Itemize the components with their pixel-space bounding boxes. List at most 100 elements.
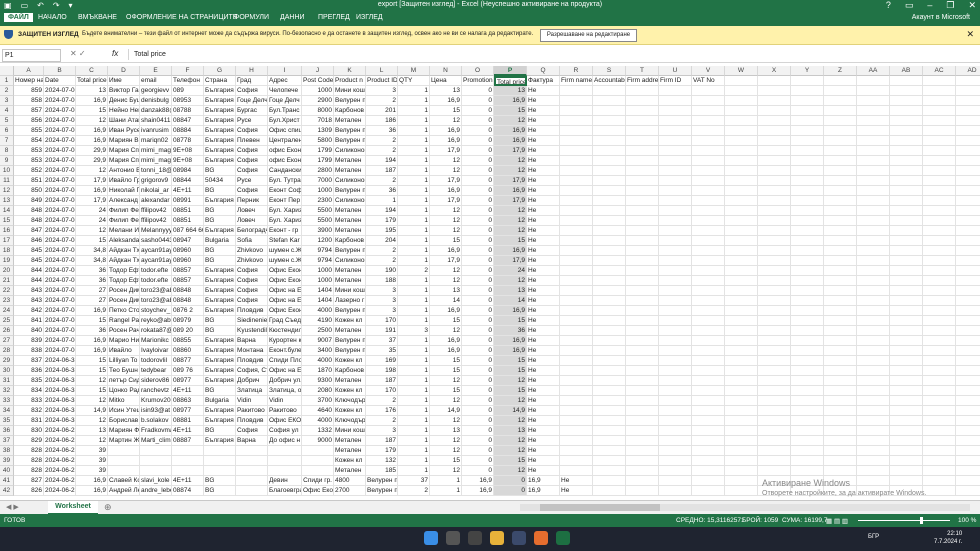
table-cell[interactable]: 8000: [302, 106, 334, 116]
table-cell[interactable]: [626, 446, 659, 456]
table-cell[interactable]: ffilipov42: [140, 216, 172, 226]
table-cell[interactable]: 7000: [302, 176, 334, 186]
tab-insert[interactable]: ВМЪКВАНЕ: [78, 14, 117, 21]
table-cell[interactable]: Aleksandar: [108, 236, 140, 246]
table-cell[interactable]: [725, 236, 758, 246]
table-cell[interactable]: Не: [527, 176, 560, 186]
row-header[interactable]: 41: [0, 476, 14, 486]
table-cell[interactable]: София: [236, 156, 268, 166]
table-cell[interactable]: 2024-07-0: [44, 126, 76, 136]
table-cell[interactable]: България: [204, 136, 236, 146]
table-cell[interactable]: 9794: [302, 256, 334, 266]
table-cell[interactable]: [692, 176, 725, 186]
table-cell[interactable]: [626, 406, 659, 416]
column-header-Y[interactable]: Y: [791, 66, 824, 76]
table-cell[interactable]: nikolai_ar: [140, 186, 172, 196]
table-cell[interactable]: Не: [527, 256, 560, 266]
table-cell[interactable]: Siedinenie: [236, 316, 268, 326]
table-cell[interactable]: [923, 216, 956, 226]
table-cell[interactable]: България: [204, 346, 236, 356]
table-cell[interactable]: [725, 136, 758, 146]
table-cell[interactable]: 1: [366, 196, 398, 206]
table-cell[interactable]: 08860: [172, 346, 204, 356]
table-cell[interactable]: [626, 306, 659, 316]
table-cell[interactable]: 08874: [172, 486, 204, 496]
column-header-E[interactable]: E: [140, 66, 172, 76]
table-cell[interactable]: [692, 296, 725, 306]
table-cell[interactable]: Vidin: [236, 396, 268, 406]
table-cell[interactable]: Варна: [236, 336, 268, 346]
table-cell[interactable]: 0: [462, 196, 494, 206]
table-cell[interactable]: 0: [494, 486, 527, 496]
table-cell[interactable]: [758, 436, 791, 446]
table-cell[interactable]: [593, 446, 626, 456]
table-cell[interactable]: [890, 96, 923, 106]
tab-review[interactable]: ПРЕГЛЕД: [318, 14, 350, 21]
table-cell[interactable]: [956, 186, 980, 196]
table-cell[interactable]: Филип Фе: [108, 216, 140, 226]
header-cell[interactable]: Total price: [76, 76, 108, 86]
row-header[interactable]: 9: [0, 156, 14, 166]
header-cell[interactable]: Цена: [430, 76, 462, 86]
row-header[interactable]: 19: [0, 256, 14, 266]
table-cell[interactable]: Карбонов: [334, 236, 366, 246]
table-cell[interactable]: [626, 376, 659, 386]
firefox-icon[interactable]: [534, 531, 548, 545]
table-cell[interactable]: 0: [462, 206, 494, 216]
table-cell[interactable]: офис Еконт: [268, 146, 302, 156]
table-cell[interactable]: [725, 276, 758, 286]
table-cell[interactable]: 08848: [172, 296, 204, 306]
row-header[interactable]: 10: [0, 166, 14, 176]
table-cell[interactable]: [626, 326, 659, 336]
row-header[interactable]: 7: [0, 136, 14, 146]
table-cell[interactable]: [857, 246, 890, 256]
table-cell[interactable]: [890, 136, 923, 146]
table-cell[interactable]: [560, 196, 593, 206]
table-cell[interactable]: Силиконов: [334, 146, 366, 156]
table-cell[interactable]: ranchevtz: [140, 386, 172, 396]
table-cell[interactable]: Велурен п: [334, 336, 366, 346]
table-cell[interactable]: [692, 316, 725, 326]
table-cell[interactable]: Офис на Еконт: [268, 286, 302, 296]
table-cell[interactable]: [626, 386, 659, 396]
table-cell[interactable]: [692, 346, 725, 356]
table-cell[interactable]: [758, 326, 791, 336]
row-header[interactable]: 17: [0, 236, 14, 246]
table-cell[interactable]: 1309: [302, 126, 334, 136]
table-cell[interactable]: Златица: [236, 386, 268, 396]
table-cell[interactable]: [626, 346, 659, 356]
table-cell[interactable]: 194: [366, 156, 398, 166]
table-cell[interactable]: 2024-07-0: [44, 306, 76, 316]
table-cell[interactable]: [956, 106, 980, 116]
table-cell[interactable]: [923, 126, 956, 136]
table-cell[interactable]: [758, 106, 791, 116]
table-cell[interactable]: denisbulg: [140, 96, 172, 106]
table-cell[interactable]: Не: [527, 206, 560, 216]
table-cell[interactable]: 833: [14, 396, 44, 406]
column-header-S[interactable]: S: [593, 66, 626, 76]
header-cell[interactable]: [956, 76, 980, 86]
table-cell[interactable]: 2: [366, 146, 398, 156]
table-cell[interactable]: [857, 236, 890, 246]
table-cell[interactable]: Офис на Еконт: [268, 366, 302, 376]
table-cell[interactable]: Не: [527, 406, 560, 416]
column-header-U[interactable]: U: [659, 66, 692, 76]
table-cell[interactable]: 12: [76, 416, 108, 426]
table-cell[interactable]: 828: [14, 456, 44, 466]
table-cell[interactable]: Спиди Пловдив дунав: [268, 356, 302, 366]
table-cell[interactable]: [890, 176, 923, 186]
table-cell[interactable]: 844: [14, 276, 44, 286]
table-cell[interactable]: Кожен кл: [334, 316, 366, 326]
table-cell[interactable]: 1: [398, 466, 430, 476]
table-cell[interactable]: Ключодър: [334, 396, 366, 406]
table-cell[interactable]: [956, 446, 980, 456]
table-cell[interactable]: rokata87@: [140, 326, 172, 336]
table-cell[interactable]: [890, 246, 923, 256]
table-cell[interactable]: 2: [366, 256, 398, 266]
table-cell[interactable]: 12: [430, 166, 462, 176]
table-cell[interactable]: [692, 196, 725, 206]
header-cell[interactable]: Номер на: [14, 76, 44, 86]
table-cell[interactable]: [857, 316, 890, 326]
table-cell[interactable]: [659, 296, 692, 306]
table-cell[interactable]: [824, 336, 857, 346]
